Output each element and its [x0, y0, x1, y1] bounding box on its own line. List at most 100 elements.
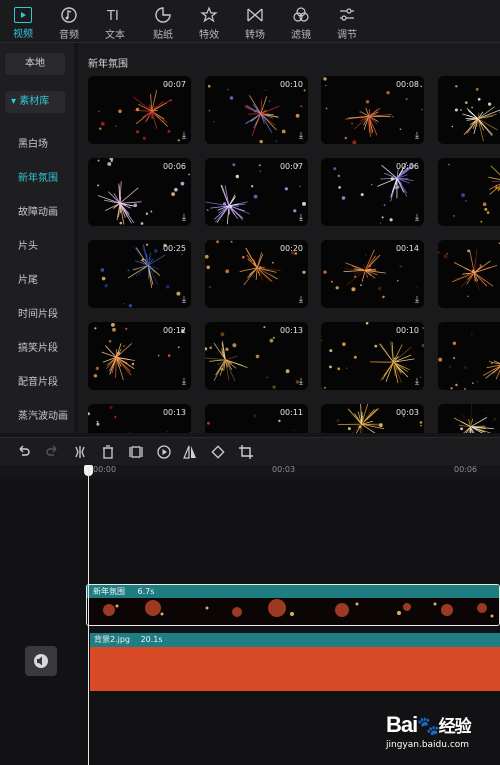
material-thumbnail[interactable]: 00:13: [88, 404, 191, 433]
freeze-frame-icon[interactable]: [128, 444, 144, 460]
material-thumbnail[interactable]: [438, 404, 500, 433]
tab-transition[interactable]: 转场: [232, 0, 278, 42]
transition-icon: [247, 8, 263, 22]
tab-label: 视频: [13, 29, 33, 40]
tab-sticker[interactable]: 贴纸: [140, 0, 186, 42]
thumbnail-duration: 00:13: [279, 326, 303, 335]
time-ruler[interactable]: 00:00 00:03 00:06: [0, 465, 500, 479]
tab-label: 文本: [105, 30, 125, 41]
sidebar-item-new-year[interactable]: 新年氛围: [18, 169, 58, 184]
clip-duration: 6.7s: [137, 587, 155, 596]
download-icon[interactable]: ⤓: [415, 213, 419, 223]
sidebar-item-vaporwave[interactable]: 蒸汽波动画: [18, 407, 68, 422]
download-icon[interactable]: ⤓: [182, 213, 186, 223]
thumbnail-duration: 00:25: [162, 244, 186, 253]
material-grid: 新年氛围 00:07 ⤓ 00:10 ⤓ 00:08 ⤓ 00:06 ⤓ 00:07 ⤓ 00:06…: [78, 43, 500, 433]
tab-filter[interactable]: 滤镜: [278, 0, 324, 42]
tab-label: 特效: [199, 30, 219, 41]
section-title: 新年氛围: [88, 59, 128, 70]
speaker-icon: [34, 654, 48, 668]
ruler-label-6: 00:06: [454, 465, 478, 474]
material-thumbnail[interactable]: 00:07 ⤓: [88, 76, 191, 144]
download-icon[interactable]: ⤓: [415, 377, 419, 387]
tab-adjust[interactable]: 调节: [324, 0, 370, 42]
playhead[interactable]: [88, 467, 89, 765]
material-thumbnail[interactable]: [438, 76, 500, 144]
sidebar-item-outro[interactable]: 片尾: [18, 271, 38, 286]
thumbnail-duration: 00:11: [279, 408, 303, 417]
video-clip-new-year[interactable]: 新年氛围 6.7s: [86, 584, 500, 626]
download-icon[interactable]: ⤓: [182, 377, 186, 387]
download-icon[interactable]: ⤓: [299, 377, 303, 387]
tab-text[interactable]: TI 文本: [92, 0, 138, 42]
thumbnail-duration: 00:10: [279, 80, 303, 89]
play-circle-icon[interactable]: [156, 444, 172, 460]
clip-duration: 20.1s: [140, 635, 163, 644]
material-thumbnail[interactable]: [438, 158, 500, 226]
sidebar-item-intro[interactable]: 片头: [18, 237, 38, 252]
material-thumbnail[interactable]: 00:03: [321, 404, 424, 433]
tab-video[interactable]: 视频: [0, 0, 46, 42]
sidebar-item-glitch[interactable]: 故障动画: [18, 203, 58, 218]
adjust-sliders-icon: [340, 8, 354, 21]
undo-icon[interactable]: [16, 444, 32, 460]
thumbnail-duration: 00:12: [162, 326, 186, 335]
download-icon[interactable]: ⤓: [415, 295, 419, 305]
library-button[interactable]: ▾ 素材库: [5, 91, 65, 113]
download-icon[interactable]: ⤓: [299, 131, 303, 141]
sidebar-item-dubbing[interactable]: 配音片段: [18, 373, 58, 388]
thumbnail-duration: 00:06: [395, 162, 419, 171]
material-thumbnail[interactable]: 00:08 ⤓: [321, 76, 424, 144]
clip-body: [90, 647, 500, 691]
mute-track-button[interactable]: [25, 646, 57, 676]
music-note-icon: [61, 7, 77, 23]
local-button[interactable]: 本地: [5, 53, 65, 75]
mirror-icon[interactable]: [182, 444, 198, 460]
material-thumbnail[interactable]: [438, 322, 500, 390]
tab-effects[interactable]: 特效: [186, 0, 232, 42]
redo-icon[interactable]: [44, 444, 60, 460]
material-thumbnail[interactable]: 00:06 ⤓: [321, 158, 424, 226]
clip-name: 新年氛围: [93, 587, 125, 596]
crop-icon[interactable]: [238, 444, 254, 460]
thumbnail-preview: [438, 158, 500, 226]
download-icon[interactable]: ⤓: [299, 295, 303, 305]
clip-header: 新年氛围 6.7s: [87, 585, 499, 598]
download-icon[interactable]: ⤓: [415, 131, 419, 141]
sidebar-item-time-clips[interactable]: 时间片段: [18, 305, 58, 320]
thumbnail-duration: 00:06: [162, 162, 186, 171]
material-thumbnail[interactable]: 00:14 ⤓: [321, 240, 424, 308]
rotate-icon[interactable]: [210, 444, 226, 460]
material-thumbnail[interactable]: 00:07 ⤓: [205, 158, 308, 226]
sidebar-item-black-white[interactable]: 黑白场: [18, 135, 48, 150]
material-thumbnail[interactable]: 00:11: [205, 404, 308, 433]
tab-label: 音频: [59, 30, 79, 41]
tab-audio[interactable]: 音频: [46, 0, 92, 42]
clip-filmstrip: [87, 598, 499, 625]
tab-label: 滤镜: [291, 30, 311, 41]
material-thumbnail[interactable]: 00:10 ⤓: [321, 322, 424, 390]
download-icon[interactable]: ⤓: [182, 131, 186, 141]
split-icon[interactable]: [72, 444, 88, 460]
material-thumbnail[interactable]: 00:06 ⤓: [88, 158, 191, 226]
video-icon: [14, 7, 32, 23]
download-icon[interactable]: ⤓: [299, 213, 303, 223]
baidu-jingyan-watermark: Bai🐾经验 jingyan.baidu.com: [386, 712, 496, 762]
sticker-icon: [155, 7, 171, 23]
material-thumbnail[interactable]: [438, 240, 500, 308]
delete-icon[interactable]: [100, 444, 116, 460]
filter-icon: [293, 7, 309, 22]
thumbnail-preview: [438, 404, 500, 433]
sidebar-item-funny[interactable]: 搞笑片段: [18, 339, 58, 354]
material-thumbnail[interactable]: 00:13 ⤓: [205, 322, 308, 390]
material-thumbnail[interactable]: 00:12 ⤓: [88, 322, 191, 390]
svg-text:TI: TI: [106, 9, 119, 24]
image-clip-background[interactable]: 背景2.jpg 20.1s: [90, 633, 500, 691]
material-thumbnail[interactable]: 00:20 ⤓: [205, 240, 308, 308]
media-toolbar: 视频 音频 TI 文本 贴纸 特效 转场 滤镜 调节: [0, 0, 500, 43]
thumbnail-duration: 00:10: [395, 326, 419, 335]
material-thumbnail[interactable]: 00:10 ⤓: [205, 76, 308, 144]
material-thumbnail[interactable]: 00:25 ⤓: [88, 240, 191, 308]
download-icon[interactable]: ⤓: [182, 295, 186, 305]
effects-star-icon: [200, 6, 218, 23]
